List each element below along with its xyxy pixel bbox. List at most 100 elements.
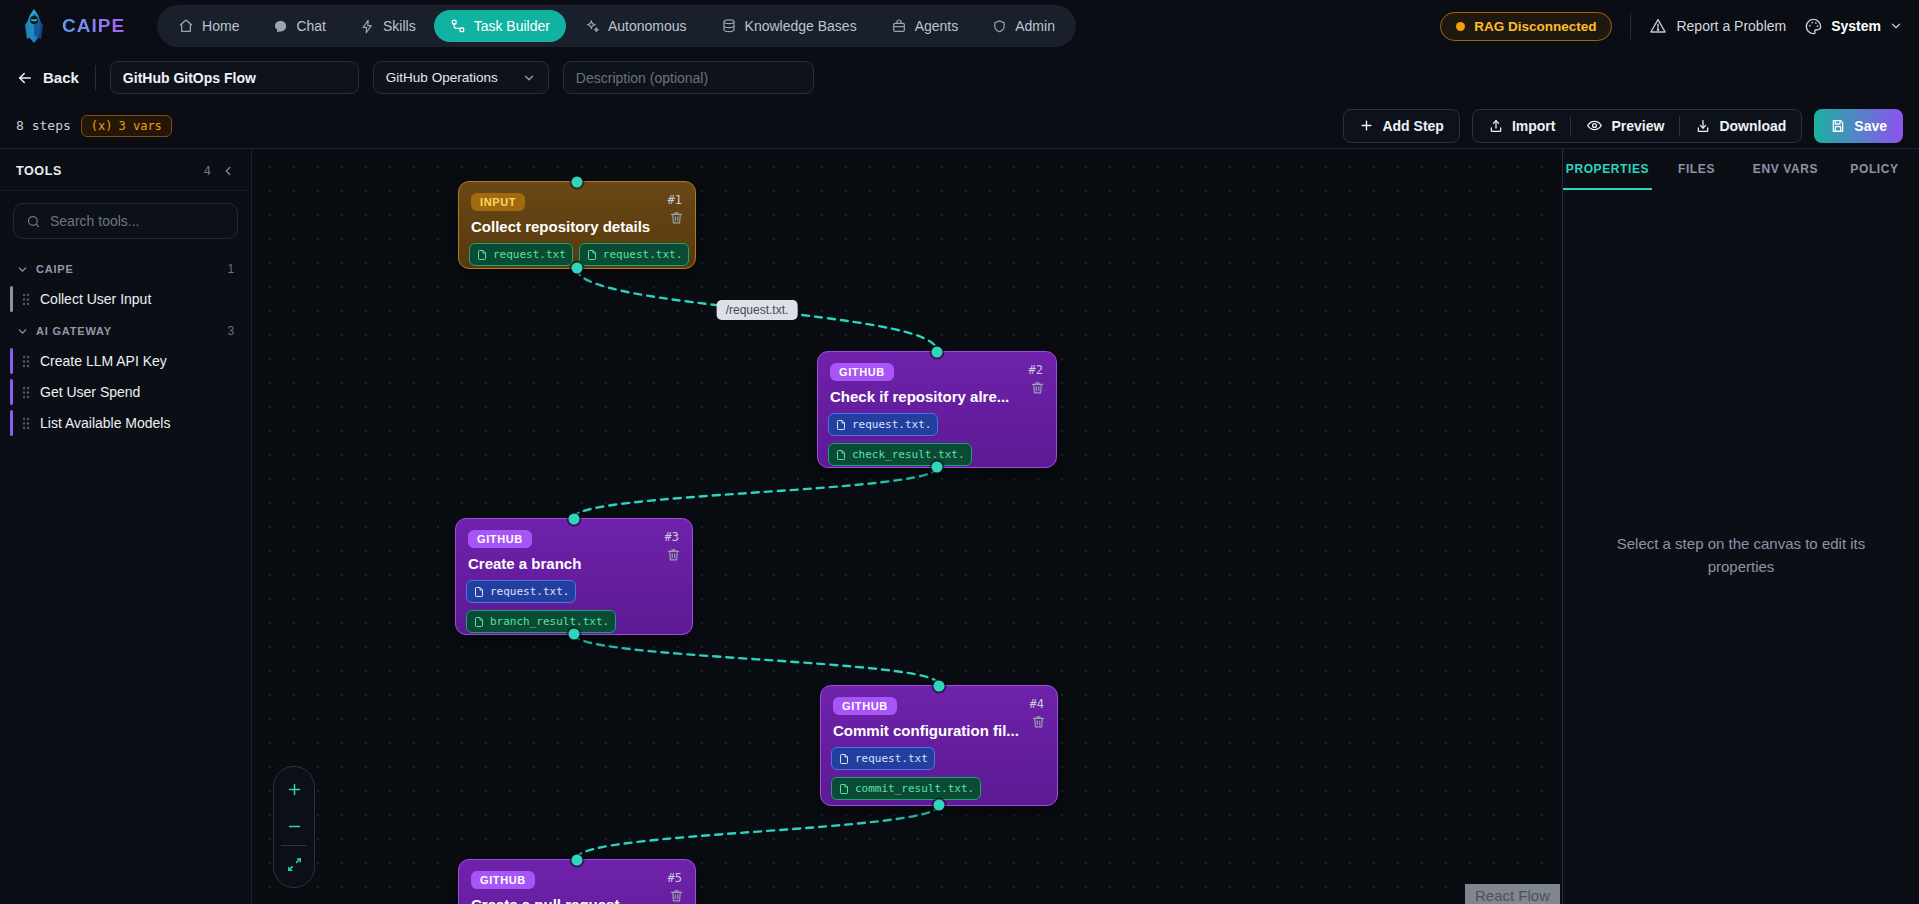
add-step-button[interactable]: Add Step: [1343, 109, 1459, 143]
tool-group-header-ai-gateway[interactable]: AI GATEWAY3: [10, 315, 241, 345]
nav-item-label: Task Builder: [474, 18, 550, 34]
tool-item-label: List Available Models: [40, 415, 170, 431]
drag-handle-icon[interactable]: [22, 386, 30, 399]
nav-item-admin[interactable]: Admin: [976, 10, 1071, 42]
category-select[interactable]: GitHub Operations: [373, 61, 549, 94]
flow-node-2[interactable]: GITHUB#2Check if repository alre...reque…: [817, 351, 1057, 468]
warning-triangle-icon: [1649, 17, 1667, 35]
nav-item-chat[interactable]: Chat: [257, 10, 342, 42]
group-count: 1: [228, 262, 235, 276]
toolbar-actions: Add Step Import Preview Downlo: [1343, 109, 1903, 143]
node-handle-bottom[interactable]: [569, 629, 580, 640]
drag-handle-icon[interactable]: [22, 417, 30, 430]
node-handle-top[interactable]: [569, 514, 580, 525]
bolt-icon: [360, 19, 375, 34]
file-chip[interactable]: request.txt: [469, 243, 573, 266]
nav-item-agents[interactable]: Agents: [875, 10, 975, 42]
flow-icon: [450, 18, 466, 34]
nav-item-autonomous[interactable]: Autonomous: [568, 10, 703, 42]
zoom-in-button[interactable]: [274, 771, 314, 808]
file-chip[interactable]: request.txt.: [828, 413, 938, 436]
nav-right: RAG Disconnected Report a Problem System: [1440, 12, 1903, 41]
node-handle-bottom[interactable]: [934, 800, 945, 811]
chevron-down-icon: [522, 71, 536, 85]
report-problem-button[interactable]: Report a Problem: [1649, 17, 1786, 35]
theme-selector[interactable]: System: [1804, 17, 1903, 36]
file-chip[interactable]: request.txt.: [579, 243, 689, 266]
node-handle-top[interactable]: [572, 177, 583, 188]
zoom-out-button[interactable]: [274, 808, 314, 845]
flow-canvas[interactable]: INPUT#1Collect repository detailsrequest…: [252, 149, 1562, 904]
flow-name-input[interactable]: [110, 61, 359, 94]
file-chip-label: branch_result.txt.: [490, 615, 609, 628]
file-chip-label: request.txt: [855, 752, 928, 765]
delete-node-icon[interactable]: [669, 888, 684, 903]
delete-node-icon[interactable]: [669, 210, 684, 225]
nav-item-home[interactable]: Home: [162, 10, 255, 42]
search-input[interactable]: [50, 213, 225, 229]
flow-node-3[interactable]: GITHUB#3Create a branchrequest.txt.branc…: [455, 518, 693, 635]
file-icon: [473, 586, 485, 598]
panel-tab-env-vars[interactable]: ENV VARS: [1741, 149, 1830, 190]
file-icon: [838, 753, 850, 765]
panel-tab-policy[interactable]: POLICY: [1830, 149, 1919, 190]
file-chip[interactable]: branch_result.txt.: [466, 610, 616, 633]
back-button[interactable]: Back: [16, 69, 79, 87]
import-button[interactable]: Import: [1473, 110, 1571, 142]
nav-item-task-builder[interactable]: Task Builder: [434, 10, 566, 42]
node-handle-top[interactable]: [934, 681, 945, 692]
download-button[interactable]: Download: [1680, 110, 1801, 142]
fit-view-button[interactable]: [274, 846, 314, 883]
node-title: Create a branch: [468, 555, 682, 572]
shield-icon: [992, 19, 1007, 34]
flow-node-1[interactable]: INPUT#1Collect repository detailsrequest…: [458, 181, 696, 269]
delete-node-icon[interactable]: [666, 547, 681, 562]
tool-item-collect-user-input[interactable]: Collect User Input: [10, 284, 241, 314]
node-number: #1: [668, 193, 682, 207]
node-handle-bottom[interactable]: [932, 462, 943, 473]
node-handle-top[interactable]: [932, 347, 943, 358]
rag-status-badge[interactable]: RAG Disconnected: [1440, 12, 1612, 41]
flow-edge-2-3[interactable]: [574, 468, 937, 518]
file-icon: [473, 616, 485, 628]
file-chip[interactable]: request.txt: [831, 747, 935, 770]
sidebar-title: TOOLS: [16, 164, 62, 178]
nav-item-knowledge-bases[interactable]: Knowledge Bases: [705, 10, 873, 42]
canvas-zoom-controls: [273, 766, 315, 888]
flow-edge-4-5[interactable]: [577, 805, 939, 858]
drag-handle-icon[interactable]: [22, 293, 30, 306]
save-button[interactable]: Save: [1814, 109, 1903, 143]
reactflow-attribution[interactable]: React Flow: [1465, 884, 1560, 904]
flow-edge-3-4[interactable]: [574, 634, 939, 684]
flow-node-5[interactable]: GITHUB#5Create a pull request: [458, 859, 696, 904]
tool-item-create-llm-api-key[interactable]: Create LLM API Key: [10, 346, 241, 376]
nav-item-skills[interactable]: Skills: [344, 10, 432, 42]
tool-item-get-user-spend[interactable]: Get User Spend: [10, 377, 241, 407]
panel-tab-properties[interactable]: PROPERTIES: [1563, 149, 1652, 190]
node-handle-bottom[interactable]: [572, 263, 583, 274]
file-chip[interactable]: request.txt.: [466, 580, 576, 603]
node-handle-top[interactable]: [572, 855, 583, 866]
drag-handle-icon[interactable]: [22, 355, 30, 368]
node-title: Create a pull request: [471, 896, 685, 904]
tool-group-header-caipe[interactable]: CAIPE1: [10, 253, 241, 283]
file-chip[interactable]: commit_result.txt.: [831, 777, 981, 800]
tools-sidebar: TOOLS 4 CAIPE1Collect User InputAI GATEW…: [0, 149, 252, 904]
delete-node-icon[interactable]: [1031, 714, 1046, 729]
flow-node-4[interactable]: GITHUB#4Commit configuration fil...reque…: [820, 685, 1058, 806]
description-input[interactable]: [563, 61, 814, 94]
preview-button[interactable]: Preview: [1571, 110, 1679, 142]
file-chip[interactable]: check_result.txt.: [828, 443, 972, 466]
delete-node-icon[interactable]: [1030, 380, 1045, 395]
file-icon: [476, 249, 488, 261]
panel-tab-files[interactable]: FILES: [1652, 149, 1741, 190]
app-title: CAIPE: [62, 15, 125, 37]
database-icon: [721, 18, 737, 34]
io-button-group: Import Preview Download: [1472, 109, 1802, 143]
chevron-down-icon: [1889, 19, 1903, 33]
collapse-sidebar-icon[interactable]: [221, 164, 235, 178]
file-chip-label: request.txt.: [603, 248, 682, 261]
tool-item-list-available-models[interactable]: List Available Models: [10, 408, 241, 438]
file-chip-label: check_result.txt.: [852, 448, 965, 461]
tool-item-label: Get User Spend: [40, 384, 140, 400]
